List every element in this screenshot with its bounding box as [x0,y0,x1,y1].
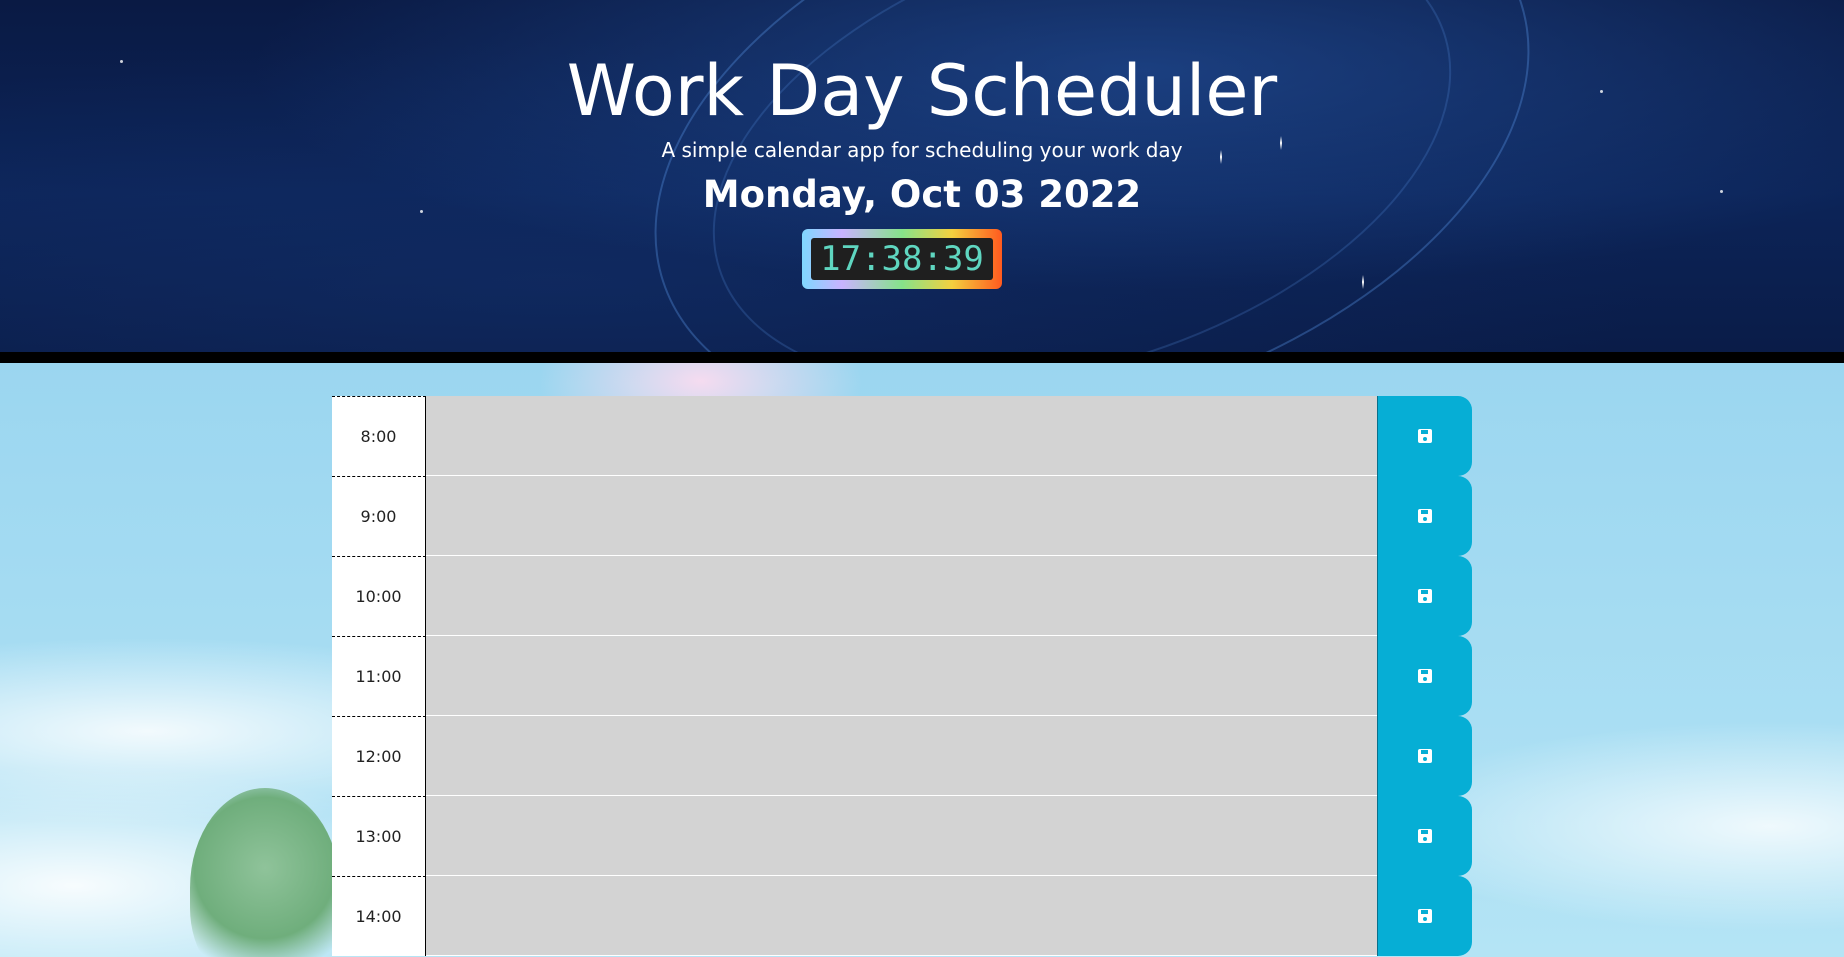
time-block-row: 14:00 [332,876,1472,956]
hour-label: 13:00 [332,796,426,876]
hour-label: 10:00 [332,556,426,636]
task-input[interactable] [426,796,1377,876]
save-button[interactable] [1377,876,1472,956]
task-input[interactable] [426,476,1377,556]
hour-label: 9:00 [332,476,426,556]
schedule-container: 8:00 9:00 10:00 11:00 12:00 13:00 14:00 [332,396,1472,956]
hour-label: 14:00 [332,876,426,956]
time-block-row: 8:00 [332,396,1472,476]
page-title: Work Day Scheduler [566,50,1278,132]
hour-label: 8:00 [332,396,426,476]
save-button[interactable] [1377,636,1472,716]
current-date: Monday, Oct 03 2022 [702,173,1142,216]
save-button[interactable] [1377,716,1472,796]
current-time: 17:38:39 [811,238,993,280]
time-block-row: 13:00 [332,796,1472,876]
task-input[interactable] [426,716,1377,796]
save-button[interactable] [1377,476,1472,556]
floppy-disk-icon [1418,669,1432,683]
jumbotron-header: Work Day Scheduler A simple calendar app… [0,0,1844,352]
time-block-row: 12:00 [332,716,1472,796]
floppy-disk-icon [1418,429,1432,443]
task-input[interactable] [426,556,1377,636]
hour-label: 12:00 [332,716,426,796]
time-block-row: 10:00 [332,556,1472,636]
time-block-row: 11:00 [332,636,1472,716]
page-subtitle: A simple calendar app for scheduling you… [661,138,1183,162]
save-button[interactable] [1377,796,1472,876]
time-block-row: 9:00 [332,476,1472,556]
star-decoration [1362,275,1364,289]
header-divider [0,352,1844,363]
task-input[interactable] [426,636,1377,716]
hour-label: 11:00 [332,636,426,716]
tree-decoration [190,788,340,957]
clock-frame: 17:38:39 [802,229,1002,289]
floppy-disk-icon [1418,829,1432,843]
save-button[interactable] [1377,556,1472,636]
task-input[interactable] [426,876,1377,956]
task-input[interactable] [426,396,1377,476]
floppy-disk-icon [1418,909,1432,923]
floppy-disk-icon [1418,509,1432,523]
floppy-disk-icon [1418,589,1432,603]
save-button[interactable] [1377,396,1472,476]
floppy-disk-icon [1418,749,1432,763]
